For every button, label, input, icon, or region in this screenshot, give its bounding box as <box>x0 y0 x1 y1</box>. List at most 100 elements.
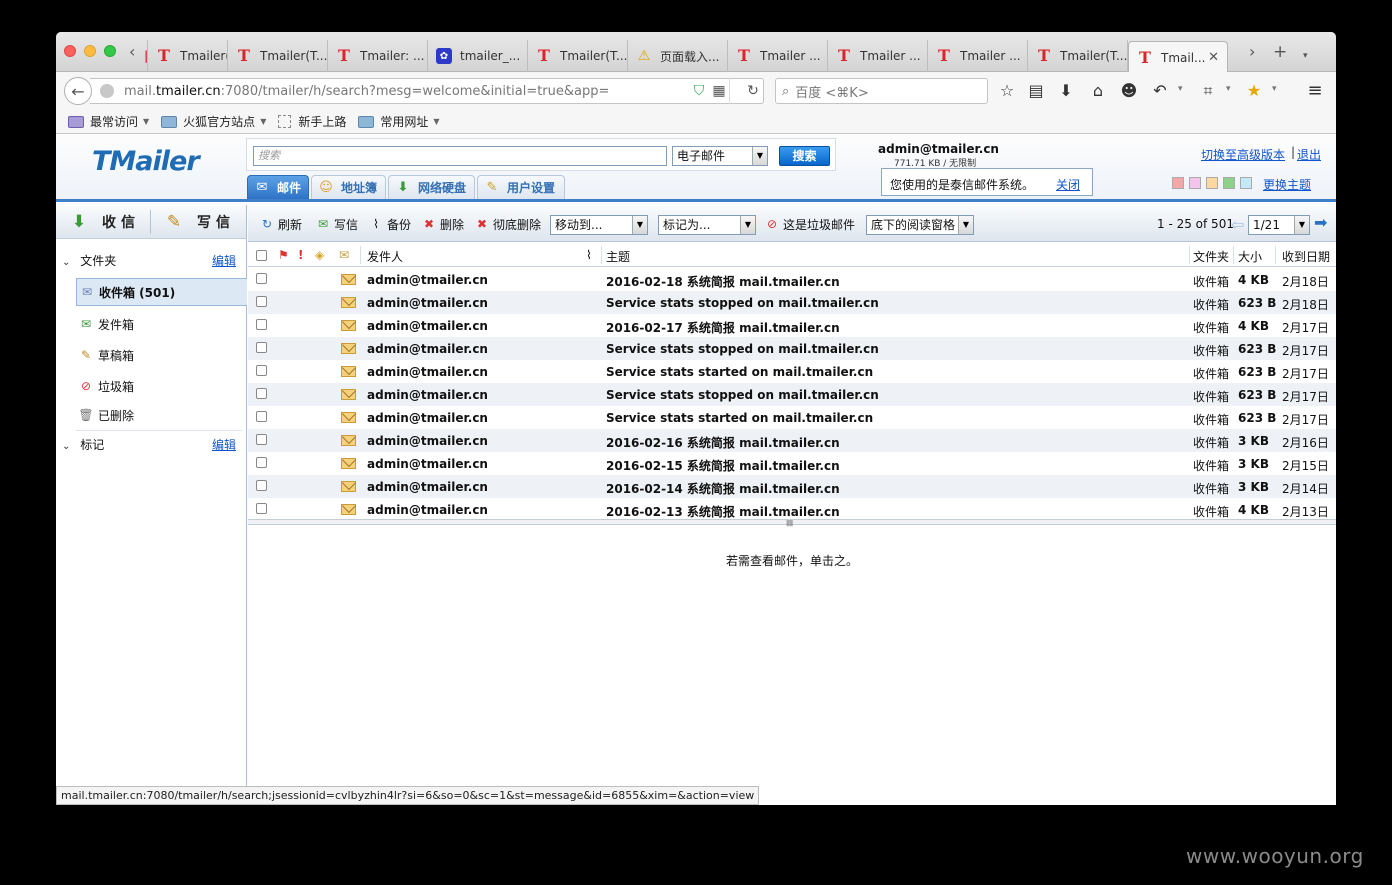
browser-tab[interactable]: T Tmailer(T... <box>228 40 328 72</box>
extension-star-icon[interactable]: ★ <box>1244 82 1264 100</box>
table-row[interactable]: admin@tmailer.cn 2016-02-14 系统简报 mail.tma… <box>248 475 1336 498</box>
attachment-icon[interactable]: ⌇ <box>586 248 592 262</box>
crop-icon[interactable]: ⌗ <box>1198 82 1218 100</box>
tab-scroll-left-icon[interactable]: ‹ <box>129 44 135 60</box>
download-icon[interactable]: ⬇ <box>1056 82 1076 100</box>
dropdown-arrow-icon[interactable]: ▾ <box>1226 84 1231 94</box>
compose-button[interactable]: ✎ 写信 <box>163 211 235 233</box>
backup-button[interactable]: ⌇ 备份 <box>368 215 411 233</box>
table-row[interactable]: admin@tmailer.cn Service stats stopped on… <box>248 291 1336 314</box>
search-scope-select[interactable]: 电子邮件 ▼ <box>672 146 768 166</box>
undo-icon[interactable]: ↶ <box>1150 82 1170 100</box>
url-bar[interactable]: mail.tmailer.cn:7080/tmailer/h/search?me… <box>90 78 764 104</box>
browser-tab[interactable]: T Tmailer ... <box>728 40 828 72</box>
row-checkbox[interactable] <box>256 434 267 445</box>
close-window-button[interactable] <box>64 45 76 57</box>
next-page-arrow-icon[interactable]: ➡ <box>1314 213 1327 232</box>
column-subject[interactable]: 主题 <box>606 248 630 265</box>
home-icon[interactable]: ⌂ <box>1088 82 1108 100</box>
reload-icon[interactable]: ↻ <box>743 83 763 99</box>
tab-mail[interactable]: ✉ 邮件 <box>247 175 309 199</box>
theme-swatch-blue[interactable] <box>1240 177 1252 189</box>
table-row[interactable]: admin@tmailer.cn Service stats stopped on… <box>248 383 1336 406</box>
zoom-window-button[interactable] <box>104 45 116 57</box>
tag-icon[interactable]: ◈ <box>315 248 324 262</box>
row-checkbox[interactable] <box>256 342 267 353</box>
chat-icon[interactable]: ☻ <box>1119 82 1139 100</box>
bookmark-common-sites[interactable]: 常用网址 ▼ <box>358 113 440 130</box>
back-button[interactable]: ← <box>64 77 92 105</box>
tab-scroll-right-icon[interactable]: › <box>1249 44 1255 60</box>
change-theme-link[interactable]: 更换主题 <box>1263 176 1311 193</box>
column-size[interactable]: 大小 <box>1238 248 1262 265</box>
pane-splitter[interactable]: |||||| <box>248 519 1336 527</box>
advanced-version-link[interactable]: 切换至高级版本 <box>1201 146 1285 163</box>
folders-header[interactable]: ⌄ 文件夹 编辑 <box>62 252 242 270</box>
tab-user-settings[interactable]: ✎ 用户设置 <box>477 175 565 199</box>
search-button[interactable]: 搜索 <box>779 146 830 166</box>
browser-tab[interactable]: ✿ tmailer_... <box>428 40 528 72</box>
table-row[interactable]: admin@tmailer.cn Service stats started on… <box>248 406 1336 429</box>
column-date[interactable]: 收到日期 <box>1282 248 1330 265</box>
column-folder[interactable]: 文件夹 <box>1193 248 1229 265</box>
select-all-checkbox[interactable] <box>256 250 267 261</box>
prev-page-arrow-icon[interactable]: ⇦ <box>1231 215 1244 234</box>
browser-tab-active[interactable]: T Tmail... ✕ <box>1128 41 1228 73</box>
row-checkbox[interactable] <box>256 296 267 307</box>
url-text[interactable]: mail.tmailer.cn:7080/tmailer/h/search?me… <box>124 84 689 99</box>
priority-icon[interactable]: ! <box>298 248 303 262</box>
table-row[interactable]: admin@tmailer.cn 2016-02-18 系统简报 mail.tma… <box>248 268 1336 291</box>
table-row[interactable]: admin@tmailer.cn 2016-02-16 系统简报 mail.tma… <box>248 429 1336 452</box>
web-search-input[interactable]: ⌕ 百度 <⌘K> <box>775 78 988 104</box>
hamburger-menu-icon[interactable]: ≡ <box>1305 82 1325 100</box>
delete-button[interactable]: ✖ 删除 <box>421 215 464 233</box>
receive-button[interactable]: ⬇ 收信 <box>68 211 140 233</box>
row-checkbox[interactable] <box>256 503 267 514</box>
edit-folders-link[interactable]: 编辑 <box>212 252 236 269</box>
bookmark-getting-started[interactable]: 新手上路 <box>278 113 346 130</box>
delete-permanently-button[interactable]: ✖ 彻底删除 <box>474 215 541 233</box>
folder-drafts[interactable]: ✎ 草稿箱 <box>76 341 247 369</box>
reading-list-icon[interactable]: ▤ <box>1026 82 1046 100</box>
row-checkbox[interactable] <box>256 319 267 330</box>
folder-sent[interactable]: ✉ 发件箱 <box>76 310 247 338</box>
refresh-button[interactable]: ↻ 刷新 <box>259 215 302 233</box>
row-checkbox[interactable] <box>256 365 267 376</box>
theme-swatch-orange[interactable] <box>1206 177 1218 189</box>
bookmark-star-icon[interactable]: ☆ <box>997 82 1017 100</box>
qr-code-icon[interactable]: ▦ <box>709 83 729 99</box>
table-row[interactable]: admin@tmailer.cn 2016-02-17 系统简报 mail.tma… <box>248 314 1336 337</box>
tab-pinned[interactable]: | <box>140 40 148 72</box>
row-checkbox[interactable] <box>256 480 267 491</box>
report-spam-button[interactable]: ⊘ 这是垃圾邮件 <box>764 215 855 233</box>
row-checkbox[interactable] <box>256 457 267 468</box>
theme-swatch-pink[interactable] <box>1189 177 1201 189</box>
folder-trash[interactable]: 🗑 已删除 <box>76 401 247 429</box>
tab-list-icon[interactable]: ▾ <box>1303 48 1308 64</box>
browser-tab[interactable]: ⚠ 页面载入... <box>628 40 728 72</box>
theme-swatch-red[interactable] <box>1172 177 1184 189</box>
browser-tab[interactable]: T Tmailer(T... <box>528 40 628 72</box>
tab-address-book[interactable]: ☺ 地址簿 <box>311 175 386 199</box>
new-tab-icon[interactable]: + <box>1273 44 1287 61</box>
move-to-select[interactable]: 移动到... ▼ <box>550 215 648 235</box>
table-row[interactable]: admin@tmailer.cn 2016-02-15 系统简报 mail.tma… <box>248 452 1336 475</box>
notice-close-link[interactable]: 关闭 <box>1056 176 1080 193</box>
dropdown-arrow-icon[interactable]: ▾ <box>1178 84 1183 94</box>
table-row[interactable]: admin@tmailer.cn Service stats started on… <box>248 360 1336 383</box>
shield-icon[interactable]: ⛉ <box>689 83 709 99</box>
table-row[interactable]: admin@tmailer.cn Service stats stopped on… <box>248 337 1336 360</box>
browser-tab[interactable]: T Tmailer ... <box>828 40 928 72</box>
column-sender[interactable]: 发件人 <box>367 248 403 265</box>
envelope-icon[interactable]: ✉ <box>339 248 349 262</box>
edit-tags-link[interactable]: 编辑 <box>212 436 236 453</box>
compose-toolbar-button[interactable]: ✉ 写信 <box>315 215 358 233</box>
row-checkbox[interactable] <box>256 273 267 284</box>
tab-network-disk[interactable]: ⬇ 网络硬盘 <box>388 175 475 199</box>
bookmark-most-visited[interactable]: 最常访问 ▼ <box>68 113 149 130</box>
minimize-window-button[interactable] <box>84 45 96 57</box>
browser-tab[interactable]: T Tmailer ... <box>928 40 1028 72</box>
reading-pane-select[interactable]: 底下的阅读窗格 ▼ <box>866 215 974 235</box>
row-checkbox[interactable] <box>256 388 267 399</box>
row-checkbox[interactable] <box>256 411 267 422</box>
